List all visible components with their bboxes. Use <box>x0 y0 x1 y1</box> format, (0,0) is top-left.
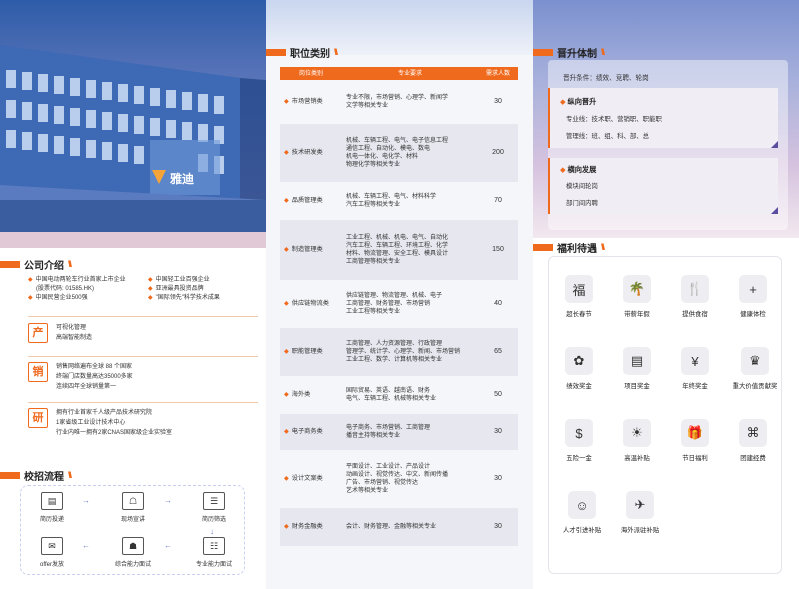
step-presentation: ☖ 现场宣讲 <box>103 492 163 523</box>
benefit-item: ☀ 高温补贴 <box>608 419 666 462</box>
benefit-item: ¥ 年终奖金 <box>666 347 724 390</box>
benefit-item: ✿ 绩效奖金 <box>550 347 608 390</box>
benefit-item: 🎁 节日福利 <box>666 419 724 462</box>
table-row: ◆ 设计文案类 平面设计、工业设计、产品设计 动画设计、视觉传达、中文、新闻传播 广告… <box>284 464 502 494</box>
intro-bullet: (股票代码: 01585.HK) <box>36 286 95 292</box>
intro-col-right: ◆ 中国轻工业百强企业 ◆ 亚洲最具投资品牌 ◆ "国际领先"科学技术成果 <box>148 276 263 303</box>
horizontal-promotion-box: ◆ 横向发展 模块间轮岗 部门间内聘 <box>548 158 778 214</box>
sales-badge: 销 <box>28 362 48 382</box>
vertical-promotion-box: ◆ 纵向晋升 专业线：技术职、营销职、职能职 管理线：班、组、科、部、总 <box>548 88 778 148</box>
money-bag-icon: ¥ <box>681 347 709 375</box>
table-row: ◆ 职能管理类 工商管理、人力资源管理、行政管理 管理学、统计学、心理学、新闻、市场… <box>280 328 518 376</box>
feature-research: 研 拥有行业首家千人级产品技术研究院 1家省级工业设计技术中心 行业内唯一拥有2… <box>28 408 258 438</box>
airplane-icon: ✈ <box>626 491 654 519</box>
production-badge: 产 <box>28 323 48 343</box>
arrow-right-icon: → <box>164 496 172 505</box>
arrow-right-icon: → <box>82 496 90 505</box>
sun-ticket-icon: ☀ <box>623 419 651 447</box>
benefit-item: $ 五险一金 <box>550 419 608 462</box>
research-badge: 研 <box>28 408 48 428</box>
brochure-page: 雅迪 公司介绍 \\\\ ◆ 中国电动两轮车行业首家上市企业 (股票代码: 015… <box>0 0 799 589</box>
benefit-item: ☺ 人才引进补贴 <box>550 491 614 534</box>
intro-bullet: ◆ 中国电动两轮车行业首家上市企业 <box>28 277 126 283</box>
step-offer: ✉ offer发放 <box>22 537 82 568</box>
campus-section-title: 校招流程 \\\\ <box>0 468 72 483</box>
envelope-icon: ✉ <box>41 537 63 555</box>
arrow-left-icon: ← <box>82 541 90 550</box>
table-row: ◆ 海外类 国际贸易、英语、越南语、财务 电气、车辆工程、机械等相关专业 50 <box>284 388 502 402</box>
medical-kit-icon: + <box>739 275 767 303</box>
jobs-table: 岗位类别 专业要求 需求人数 ◆ 市场营销类 专业不限，市场营销、心理学、新闻学文… <box>280 67 518 546</box>
benefit-item: 🍴 提供食宿 <box>666 275 724 318</box>
step-resume-submit: ▤ 简历投递 <box>22 492 82 523</box>
step-comprehensive-interview: ☗ 综合能力面试 <box>103 537 163 568</box>
left-panel: 雅迪 公司介绍 \\\\ ◆ 中国电动两轮车行业首家上市企业 (股票代码: 015… <box>0 0 266 589</box>
table-row: ◆ 市场营销类 专业不限，市场营销、心理学、新闻学 文学等相关专业 30 <box>284 95 502 109</box>
interview-icon: ☷ <box>203 537 225 555</box>
step-professional-interview: ☷ 专业能力面试 <box>184 537 244 568</box>
benefit-item: ▤ 项目奖金 <box>608 347 666 390</box>
corner-triangle-icon <box>771 207 778 214</box>
resume-icon: ▤ <box>41 492 63 510</box>
table-row: ◆ 制造管理类 工业工程、机械、机电、电气、自动化 汽车工程、车辆工程、环境工程、化… <box>280 220 518 280</box>
screening-icon: ☰ <box>203 492 225 510</box>
intro-bullet: ◆ "国际领先"科学技术成果 <box>148 295 220 301</box>
benefit-item: 福超长春节 <box>550 275 608 318</box>
shield-dollar-icon: $ <box>565 419 593 447</box>
gear-coin-icon: ✿ <box>565 347 593 375</box>
promotion-conditions: 晋升条件：绩效、竞聘、轮岗 <box>563 75 649 82</box>
intro-bullet: ◆ 中国轻工业百强企业 <box>148 277 210 283</box>
feature-sales: 销 销售网络遍布全球 88 个国家 终端门店数量高达35000多家 连续四年全球… <box>28 362 258 392</box>
table-row: ◆ 供应链物流类 供应链管理、物流管理、机械、电子 工商管理、财务管理、市场营销 工业… <box>284 293 502 315</box>
building-illustration: 雅迪 <box>0 45 266 248</box>
feature-production: 产 可视化管理 高端智能制造 <box>28 323 258 343</box>
intro-bullet: ◆ 亚洲最具投资品牌 <box>148 286 204 292</box>
brand-logo-text: 雅迪 <box>169 171 194 186</box>
document-icon: ▤ <box>623 347 651 375</box>
hero-building-image: 雅迪 <box>0 0 266 248</box>
step-resume-screening: ☰ 简历筛选 <box>184 492 244 523</box>
promotion-section-title: 晋升体制 \\\\ <box>533 45 605 60</box>
corner-triangle-icon <box>771 141 778 148</box>
table-row: ◆ 电子商务类 电子商务、市场营销、工商管理 播音主持等相关专业 30 <box>280 414 518 450</box>
jobs-section-title: 职位类别 \\\\ <box>266 45 338 60</box>
arrow-left-icon: ← <box>164 541 172 550</box>
jobs-table-header: 岗位类别 专业要求 需求人数 <box>280 67 518 80</box>
table-row: ◆ 财务金融类 会计、财务管理、金融等相关专业 30 <box>280 508 518 546</box>
arrow-down-icon: ↓ <box>210 527 214 536</box>
intro-col-left: ◆ 中国电动两轮车行业首家上市企业 (股票代码: 01585.HK) ◆ 中国民营企… <box>28 276 146 303</box>
table-row: ◆ 品质管理类 机械、车辆工程、电气、材料科学 汽车工程等相关专业 70 <box>284 194 502 208</box>
trophy-icon: ♛ <box>741 347 769 375</box>
benefits-grid: 福超长春节 🌴 带薪年假 🍴 提供食宿 + 健康体检 ✿ 绩效奖金 ▤ 项目奖金 ¥ 年终奖… <box>548 275 782 565</box>
table-row: ◆ 技术研发类 机械、车辆工程、电气、电子信息工程 通信工程、自动化、模电、数电 机电… <box>280 124 518 182</box>
benefit-item: ✈ 海外派驻补贴 <box>608 491 672 534</box>
intro-section-title: 公司介绍 \\\\ <box>0 257 72 272</box>
intro-bullet: ◆ 中国民营企业500强 <box>28 295 88 301</box>
benefit-item: 🌴 带薪年假 <box>608 275 666 318</box>
team-icon: ⌘ <box>739 419 767 447</box>
presentation-icon: ☖ <box>122 492 144 510</box>
utensils-icon: 🍴 <box>681 275 709 303</box>
benefit-item: ♛ 重大价值贡献奖 <box>724 347 786 390</box>
user-group-icon: ☺ <box>568 491 596 519</box>
benefit-item: + 健康体检 <box>724 275 782 318</box>
benefits-section-title: 福利待遇 \\\\ <box>533 240 605 255</box>
fu-icon: 福 <box>565 275 593 303</box>
group-interview-icon: ☗ <box>122 537 144 555</box>
benefit-item: ⌘ 团建经费 <box>724 419 782 462</box>
palm-tree-icon: 🌴 <box>623 275 651 303</box>
gift-icon: 🎁 <box>681 419 709 447</box>
